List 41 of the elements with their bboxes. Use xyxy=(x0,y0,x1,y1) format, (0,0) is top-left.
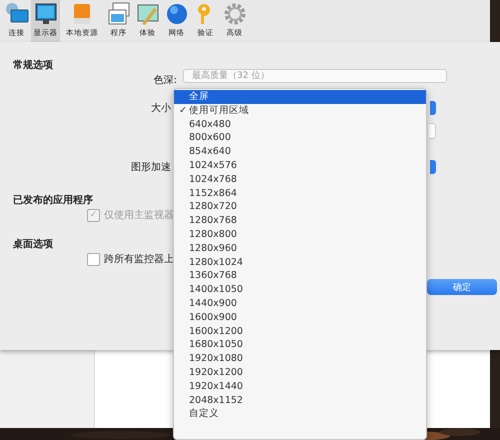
menu-item[interactable]: 1280x720 xyxy=(174,200,426,214)
section-heading: 已发布的应用程序 xyxy=(13,193,93,207)
windows-icon xyxy=(106,2,130,26)
input-field[interactable] xyxy=(429,123,436,139)
checkbox-label: 跨所有监控器上 xyxy=(104,252,174,266)
menu-item[interactable]: 1680x1050 xyxy=(174,338,426,352)
menu-item[interactable]: 1600x1200 xyxy=(174,324,426,338)
menu-item[interactable]: 1440x900 xyxy=(174,296,426,311)
menu-item[interactable]: 1400x1050 xyxy=(174,283,426,297)
monitor-icon xyxy=(34,2,58,26)
menu-item[interactable]: 1920x1200 xyxy=(174,366,426,380)
menu-item[interactable]: 1280x1024 xyxy=(174,256,426,270)
menu-item[interactable]: 800x600 xyxy=(174,131,426,146)
globe-icon xyxy=(164,2,188,26)
menu-item[interactable]: 2048x1152 xyxy=(174,394,426,408)
menu-item[interactable]: 1920x1440 xyxy=(174,380,426,394)
menu-item[interactable]: 1920x1080 xyxy=(174,352,426,366)
section-heading: 桌面选项 xyxy=(13,238,53,251)
menu-item[interactable]: 全屏 xyxy=(174,90,426,104)
menu-item[interactable]: 1152x864 xyxy=(174,186,426,200)
field-label: 图形加速 xyxy=(130,160,172,174)
menu-item[interactable]: 640x480 xyxy=(174,118,426,132)
graphics-popup[interactable] xyxy=(430,160,436,174)
brush-icon xyxy=(136,2,160,26)
menu-item[interactable]: 1600x900 xyxy=(174,310,426,325)
field-label: 色深: xyxy=(152,74,178,87)
menu-item[interactable]: 1280x768 xyxy=(174,214,426,228)
field-label: 大小 xyxy=(150,102,172,115)
checkbox-label: 仅使用主监视器 xyxy=(104,208,174,222)
menu-item[interactable]: 1024x576 xyxy=(174,158,426,173)
menu-item[interactable]: 1280x800 xyxy=(174,228,426,242)
size-popup[interactable] xyxy=(430,101,436,115)
menu-item[interactable]: 854x640 xyxy=(174,145,426,159)
menu-item[interactable]: ✓ 使用可用区域 xyxy=(174,104,426,118)
menu-item[interactable]: 1360x768 xyxy=(174,269,426,284)
menu-item[interactable]: 自定义 xyxy=(174,407,426,422)
menu-item[interactable]: 1280x960 xyxy=(174,242,426,256)
section-heading: 常规选项 xyxy=(13,58,53,72)
checkbox[interactable] xyxy=(87,252,100,266)
gear-icon xyxy=(222,2,246,26)
menu-item[interactable]: 1024x768 xyxy=(174,172,426,187)
